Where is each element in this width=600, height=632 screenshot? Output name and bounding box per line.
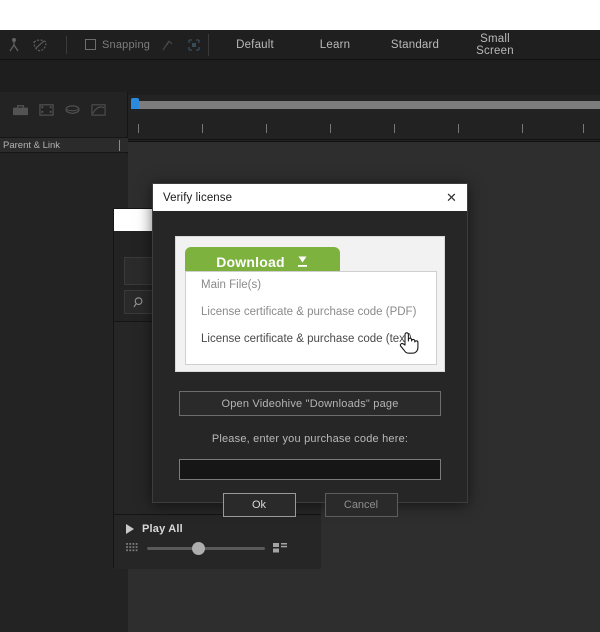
- thumbnail-size-control: [114, 535, 321, 555]
- toolbar-tool-icons: Snapping: [0, 35, 202, 54]
- left-panel-icons: [0, 92, 127, 117]
- cancel-button[interactable]: Cancel: [324, 493, 398, 517]
- film-strip-icon[interactable]: [38, 102, 55, 117]
- parent-and-link-bar[interactable]: Parent & Link: [0, 137, 128, 153]
- workspace-tab-small-screen[interactable]: Small Screen: [455, 33, 535, 57]
- snapping-toggle[interactable]: Snapping: [85, 39, 150, 51]
- left-panel-layers-area[interactable]: [0, 154, 128, 632]
- workspace-tab-standard[interactable]: Standard: [375, 39, 455, 51]
- screen-root: Snapping Default Learn Standard Small Sc…: [0, 0, 600, 632]
- dialog-body: Download Main File(s) License certificat…: [153, 211, 467, 517]
- workspace-tabs: Default Learn Standard Small Screen: [215, 30, 535, 60]
- close-x-icon[interactable]: ✕: [445, 191, 458, 204]
- timeline-ruler[interactable]: [128, 112, 600, 140]
- afvideo-footer: Play All: [114, 514, 321, 569]
- play-triangle-icon: [126, 524, 134, 534]
- timeline-top-strip: [128, 60, 600, 95]
- snapping-checkbox[interactable]: [85, 39, 96, 50]
- download-button-label: Download: [216, 254, 285, 270]
- eraser-icon[interactable]: [64, 102, 81, 117]
- slider-knob[interactable]: [192, 541, 205, 555]
- play-all-label: Play All: [142, 523, 183, 535]
- dialog-action-buttons: Ok Cancel: [153, 493, 467, 517]
- toolbar-divider: [66, 35, 67, 54]
- view-large-icon[interactable]: [273, 543, 288, 553]
- pointing-hand-cursor: [399, 332, 419, 354]
- parent-link-caret: [119, 140, 120, 151]
- dialog-titlebar[interactable]: Verify license ✕: [153, 184, 467, 211]
- workspace-tab-learn[interactable]: Learn: [295, 39, 375, 51]
- thumbnail-size-slider[interactable]: [147, 541, 265, 555]
- graph-editor-icon[interactable]: [90, 102, 107, 117]
- snapping-label: Snapping: [102, 38, 151, 51]
- snap-arrow-icon[interactable]: [160, 37, 176, 53]
- region-of-interest-icon[interactable]: [186, 37, 202, 53]
- puppet-pin-icon[interactable]: [6, 37, 22, 53]
- magnifier-icon: [133, 296, 143, 307]
- workspace-tab-default[interactable]: Default: [215, 39, 295, 51]
- dropdown-item-main-files[interactable]: Main File(s): [186, 272, 436, 299]
- timeline-work-area-bar[interactable]: [134, 101, 600, 109]
- purchase-code-prompt: Please, enter you purchase code here:: [211, 433, 409, 445]
- parent-link-label: Parent & Link: [3, 140, 61, 151]
- workspace-separator: [208, 34, 209, 56]
- dialog-title: Verify license: [163, 191, 233, 204]
- top-white-strip: [0, 0, 600, 30]
- open-videohive-downloads-button[interactable]: Open Videohive "Downloads" page: [179, 391, 441, 416]
- play-all-control[interactable]: Play All: [114, 515, 321, 535]
- download-arrow-icon: [297, 256, 307, 267]
- left-panel: Parent & Link: [0, 92, 128, 632]
- ok-button[interactable]: Ok: [222, 493, 296, 517]
- roto-brush-icon[interactable]: [32, 37, 48, 53]
- dropdown-item-license-pdf[interactable]: License certificate & purchase code (PDF…: [186, 299, 436, 326]
- toolbox-icon[interactable]: [12, 102, 29, 117]
- purchase-code-input[interactable]: [179, 459, 441, 480]
- app-toolbar: Snapping Default Learn Standard Small Sc…: [0, 30, 600, 60]
- timeline-playhead[interactable]: [131, 98, 139, 109]
- verify-license-dialog: Verify license ✕ Download Main File(s) L…: [152, 183, 468, 517]
- grid-small-icon[interactable]: [126, 543, 139, 553]
